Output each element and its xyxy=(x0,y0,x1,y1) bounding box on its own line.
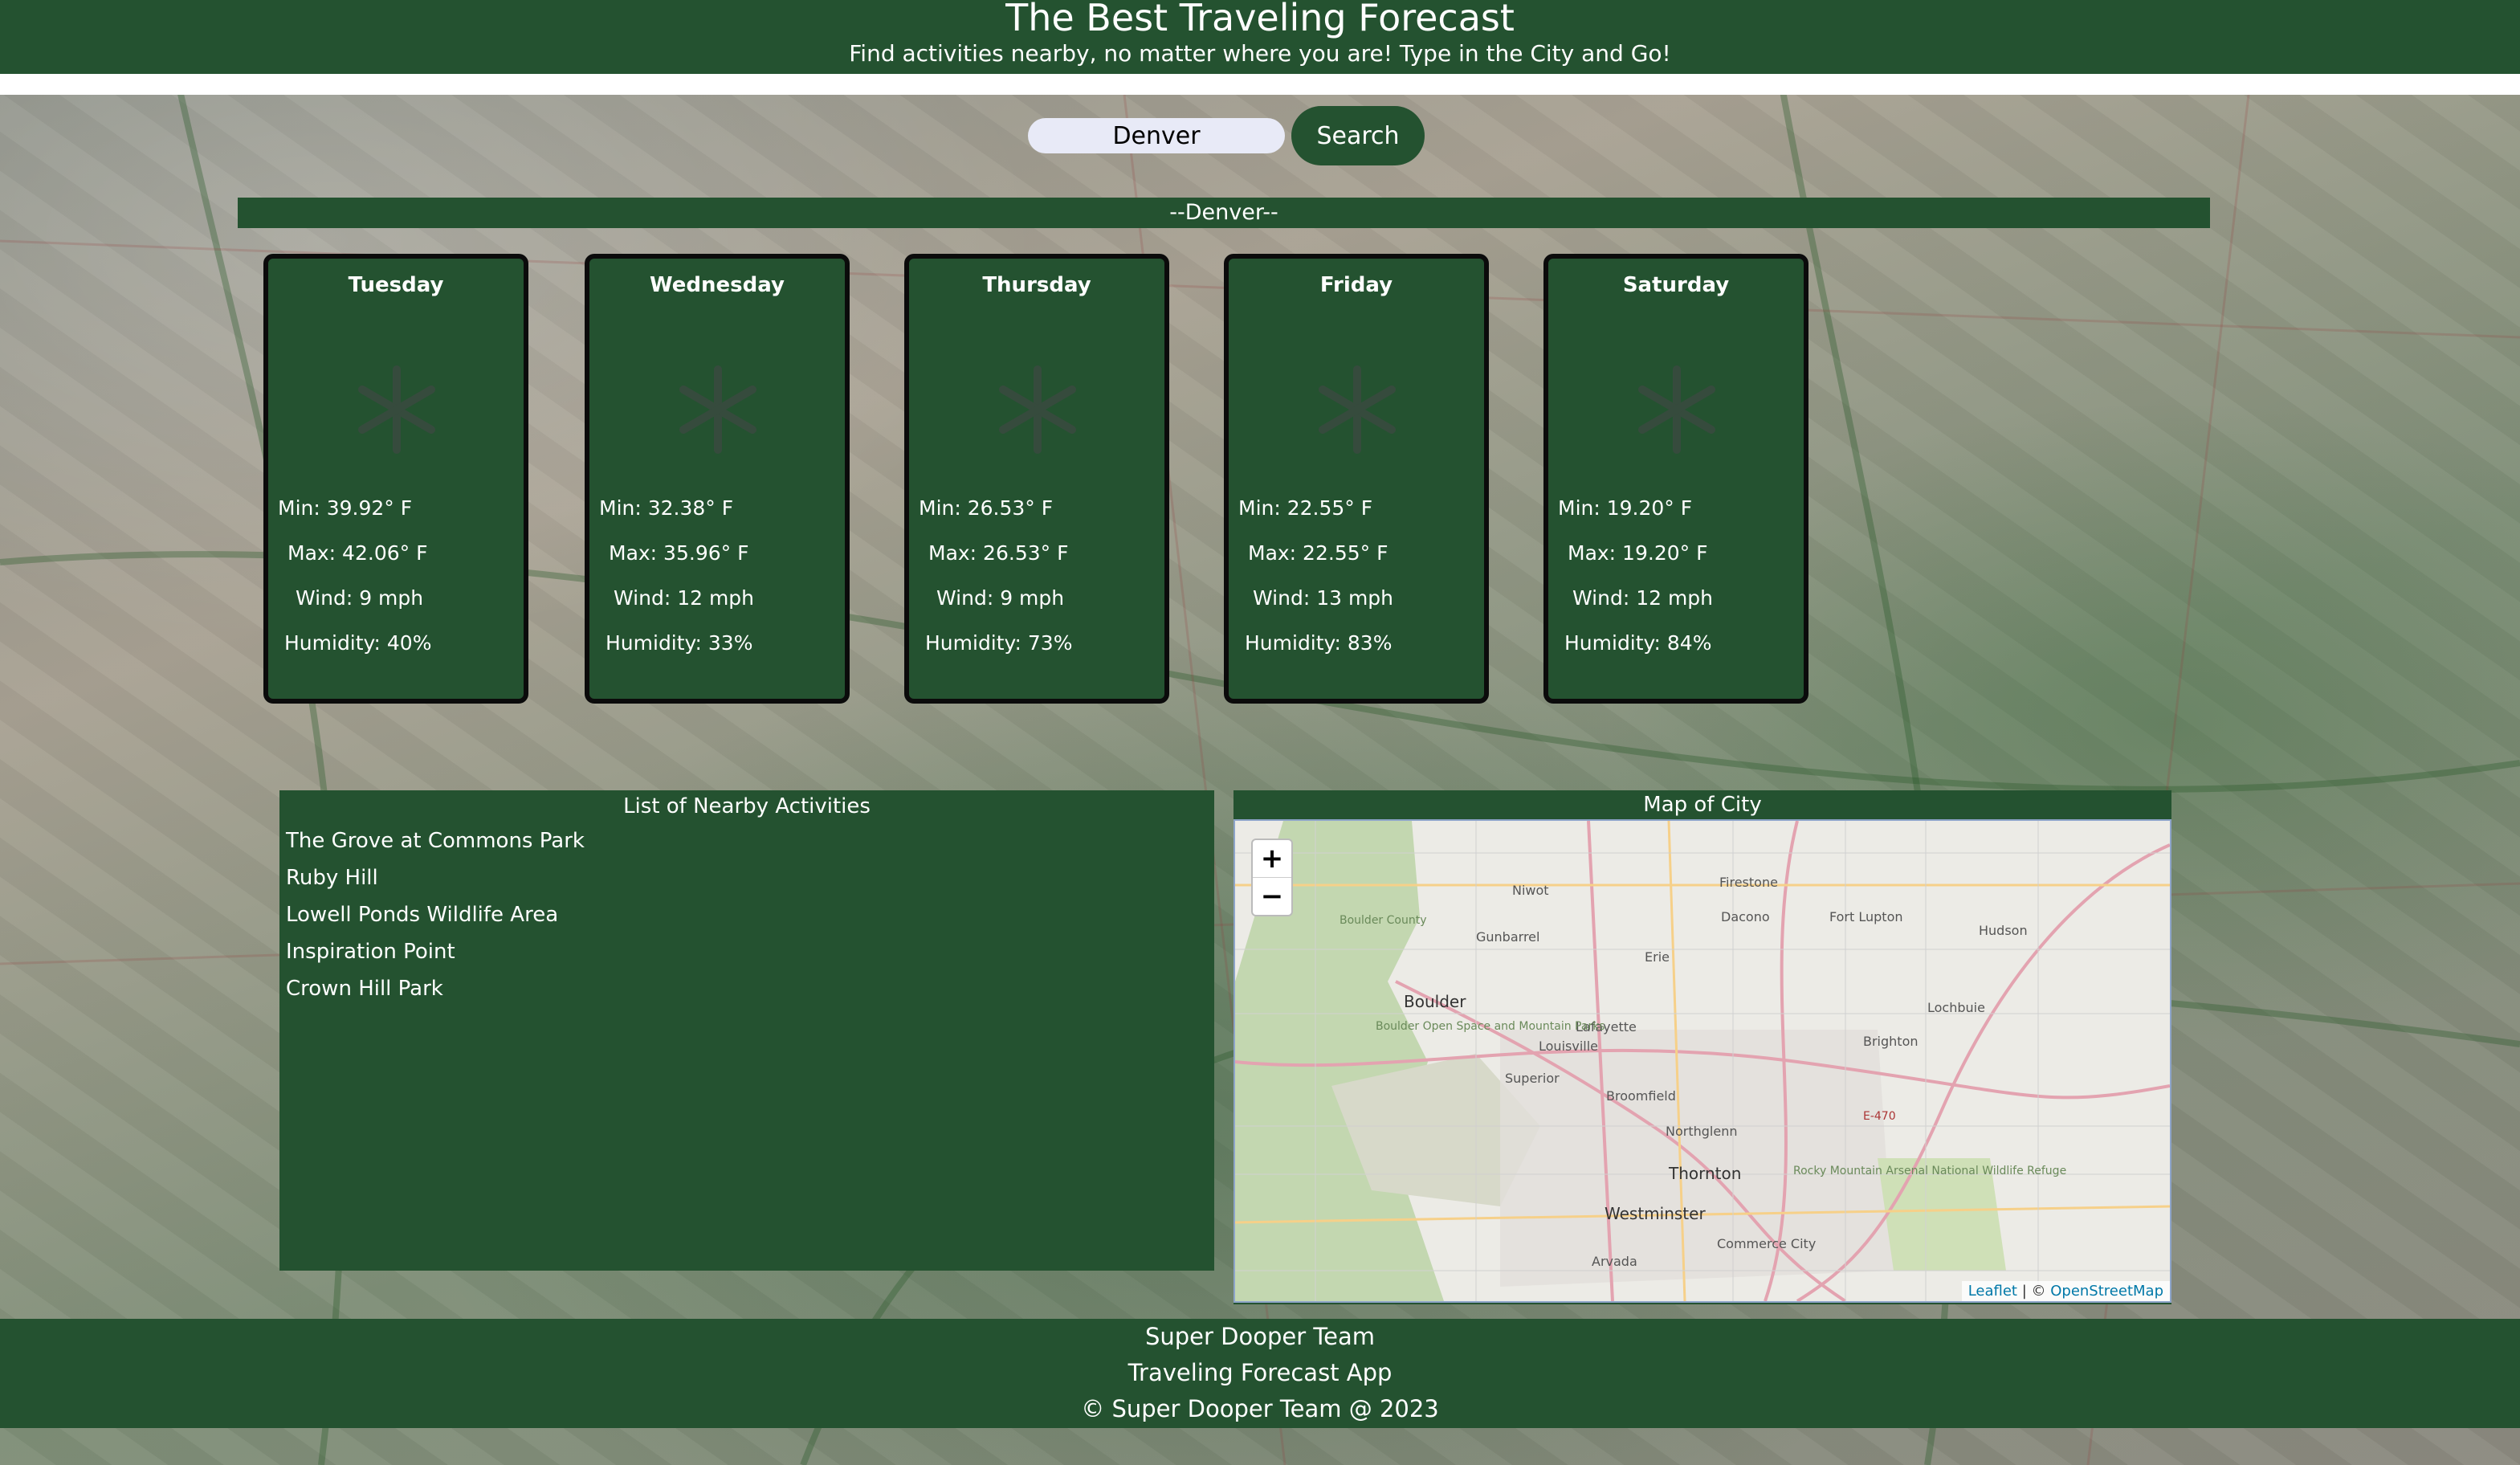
wind-speed: Wind: 13 mph xyxy=(1253,586,1394,610)
place-label: E-470 xyxy=(1863,1110,1896,1123)
map-panel: Map of City Niwot Firestone Dacono Fort … xyxy=(1233,790,2171,1304)
humidity: Humidity: 84% xyxy=(1564,631,1712,655)
search-button[interactable]: Search xyxy=(1291,106,1425,165)
place-label: Gunbarrel xyxy=(1476,929,1539,945)
openstreetmap-link[interactable]: OpenStreetMap xyxy=(2050,1283,2163,1300)
wind-speed: Wind: 12 mph xyxy=(1572,586,1714,610)
min-temp: Min: 26.53° F xyxy=(919,496,1054,520)
place-label: Fort Lupton xyxy=(1829,909,1903,924)
place-label: Arvada xyxy=(1592,1254,1637,1269)
activity-item[interactable]: The Grove at Commons Park xyxy=(286,822,1214,859)
place-label: Boulder Open Space and Mountain Parks xyxy=(1376,1020,1605,1033)
snowflake-icon xyxy=(358,365,435,454)
max-temp: Max: 19.20° F xyxy=(1568,541,1708,565)
forecast-day: Thursday xyxy=(982,273,1091,297)
max-temp: Max: 42.06° F xyxy=(287,541,428,565)
place-label: Westminster xyxy=(1605,1204,1706,1223)
humidity: Humidity: 83% xyxy=(1245,631,1393,655)
place-label: Boulder County xyxy=(1340,914,1427,927)
min-temp: Min: 32.38° F xyxy=(599,496,734,520)
forecast-card: Thursday Min: 26.53° F Max: 26.53° F Win… xyxy=(904,254,1169,704)
place-label: Commerce City xyxy=(1717,1236,1816,1251)
page-title: The Best Traveling Forecast xyxy=(1005,0,1515,39)
place-label: Superior xyxy=(1505,1071,1560,1086)
place-label: Boulder xyxy=(1404,992,1466,1011)
forecast-day: Tuesday xyxy=(348,273,444,297)
wind-speed: Wind: 9 mph xyxy=(296,586,424,610)
site-header: The Best Traveling Forecast Find activit… xyxy=(0,0,2520,74)
max-temp: Max: 35.96° F xyxy=(609,541,749,565)
activities-panel: List of Nearby Activities The Grove at C… xyxy=(279,790,1214,1271)
forecast-day: Saturday xyxy=(1622,273,1730,297)
wind-speed: Wind: 12 mph xyxy=(614,586,755,610)
zoom-in-button[interactable]: + xyxy=(1253,840,1291,878)
footer-team: Super Dooper Team xyxy=(1144,1323,1376,1350)
city-heading: --Denver-- xyxy=(238,198,2210,228)
city-search-input[interactable] xyxy=(1028,118,1285,153)
leaflet-link[interactable]: Leaflet xyxy=(1968,1283,2017,1300)
max-temp: Max: 26.53° F xyxy=(928,541,1069,565)
snowflake-icon xyxy=(1638,365,1715,454)
site-footer: Super Dooper Team Traveling Forecast App… xyxy=(0,1319,2520,1428)
humidity: Humidity: 33% xyxy=(606,631,753,655)
place-label: Dacono xyxy=(1721,909,1770,924)
forecast-card: Saturday Min: 19.20° F Max: 19.20° F Win… xyxy=(1543,254,1808,704)
humidity: Humidity: 40% xyxy=(284,631,432,655)
place-label: Hudson xyxy=(1979,923,2028,938)
min-temp: Min: 19.20° F xyxy=(1558,496,1693,520)
activity-item[interactable]: Inspiration Point xyxy=(286,933,1214,970)
place-label: Broomfield xyxy=(1606,1088,1676,1104)
snowflake-icon xyxy=(999,365,1076,454)
activities-title: List of Nearby Activities xyxy=(623,794,871,818)
footer-app: Traveling Forecast App xyxy=(1127,1359,1393,1386)
wind-speed: Wind: 9 mph xyxy=(936,586,1065,610)
forecast-day: Friday xyxy=(1319,273,1393,297)
activity-item[interactable]: Lowell Ponds Wildlife Area xyxy=(286,896,1214,933)
humidity: Humidity: 73% xyxy=(925,631,1073,655)
place-label: Thornton xyxy=(1668,1164,1741,1183)
place-label: Brighton xyxy=(1863,1034,1919,1049)
min-temp: Min: 39.92° F xyxy=(278,496,413,520)
place-label: Firestone xyxy=(1719,875,1778,890)
activity-item[interactable]: Ruby Hill xyxy=(286,859,1214,896)
footer-copyright: © Super Dooper Team @ 2023 xyxy=(1081,1395,1439,1422)
page-subtitle: Find activities nearby, no matter where … xyxy=(849,40,1671,67)
attribution-separator: | © xyxy=(2017,1283,2051,1300)
min-temp: Min: 22.55° F xyxy=(1238,496,1373,520)
city-map[interactable]: Niwot Firestone Dacono Fort Lupton Hudso… xyxy=(1233,819,2171,1303)
map-zoom-control: + − xyxy=(1251,839,1293,916)
forecast-day: Wednesday xyxy=(650,273,785,297)
header-divider xyxy=(0,74,2520,95)
snowflake-icon xyxy=(1319,365,1396,454)
search-bar: Search xyxy=(1028,106,1425,165)
activities-list: The Grove at Commons Park Ruby Hill Lowe… xyxy=(279,822,1214,1007)
place-label: Niwot xyxy=(1512,883,1549,898)
activity-item[interactable]: Crown Hill Park xyxy=(286,970,1214,1007)
map-title: Map of City xyxy=(1643,793,1762,817)
snowflake-icon xyxy=(679,365,756,454)
forecast-card: Tuesday Min: 39.92° F Max: 42.06° F Wind… xyxy=(263,254,528,704)
zoom-out-button[interactable]: − xyxy=(1253,878,1291,915)
place-label: Erie xyxy=(1645,949,1670,965)
max-temp: Max: 22.55° F xyxy=(1248,541,1388,565)
forecast-card: Wednesday Min: 32.38° F Max: 35.96° F Wi… xyxy=(585,254,850,704)
map-tiles[interactable]: Niwot Firestone Dacono Fort Lupton Hudso… xyxy=(1235,821,2170,1301)
place-label: Northglenn xyxy=(1666,1124,1737,1139)
place-label: Rocky Mountain Arsenal National Wildlife… xyxy=(1793,1165,2066,1177)
forecast-card: Friday Min: 22.55° F Max: 22.55° F Wind:… xyxy=(1224,254,1489,704)
place-label: Louisville xyxy=(1539,1039,1598,1054)
map-attribution: Leaflet | © OpenStreetMap xyxy=(1961,1281,2170,1301)
place-label: Lochbuie xyxy=(1927,1000,1985,1015)
